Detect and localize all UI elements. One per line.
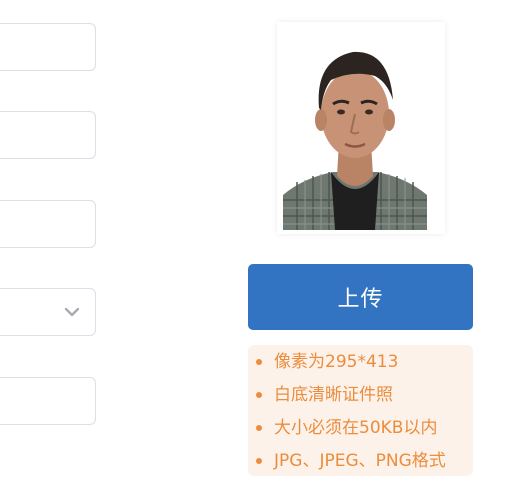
chevron-down-icon	[64, 307, 80, 317]
photo-preview	[277, 22, 445, 234]
requirement-text: 大小必须在50KB以内	[274, 418, 438, 438]
upload-button[interactable]: 上传	[248, 264, 473, 330]
form-input-1[interactable]	[0, 23, 96, 71]
bullet-dot-icon	[256, 359, 262, 365]
form-input-3[interactable]	[0, 200, 96, 248]
requirement-item: 白底清晰证件照	[256, 382, 473, 415]
form-input-2[interactable]	[0, 111, 96, 159]
id-photo-portrait	[283, 30, 427, 230]
bullet-dot-icon	[256, 425, 262, 431]
bullet-dot-icon	[256, 458, 262, 464]
requirements-box: 像素为295*413 白底清晰证件照 大小必须在50KB以内 JPG、JPEG、…	[248, 345, 473, 476]
form-input-5[interactable]	[0, 377, 96, 425]
requirement-item: 大小必须在50KB以内	[256, 415, 473, 448]
requirement-text: 白底清晰证件照	[274, 385, 393, 405]
requirement-item: 像素为295*413	[256, 349, 473, 382]
requirement-text: 像素为295*413	[274, 352, 399, 372]
requirements-list: 像素为295*413 白底清晰证件照 大小必须在50KB以内 JPG、JPEG、…	[256, 349, 473, 481]
requirement-item: JPG、JPEG、PNG格式	[256, 448, 473, 481]
form-select[interactable]	[0, 288, 96, 336]
bullet-dot-icon	[256, 392, 262, 398]
requirement-text: JPG、JPEG、PNG格式	[274, 451, 446, 471]
